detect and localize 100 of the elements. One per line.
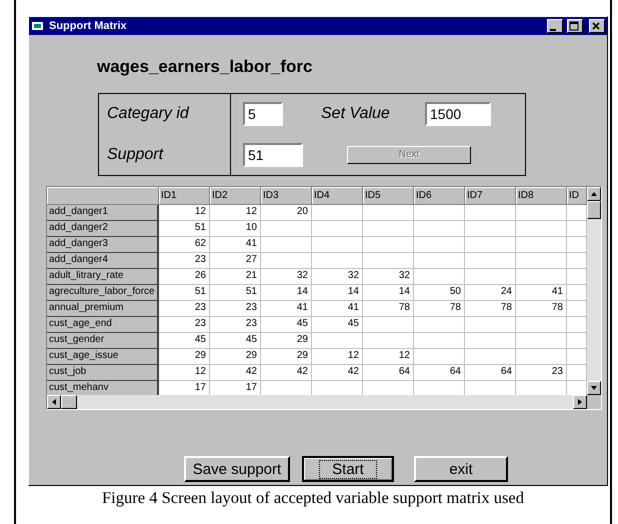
table-cell — [465, 237, 516, 253]
table-cell: 51 — [159, 221, 210, 237]
row-header: adult_litrary_rate — [47, 269, 159, 285]
table-cell — [312, 205, 363, 221]
table-cell — [312, 333, 363, 349]
table-cell: 32 — [261, 269, 312, 285]
table-cell: 50 — [414, 285, 465, 301]
set-value-label: Set Value — [321, 105, 391, 124]
close-icon — [590, 21, 602, 31]
vertical-scrollbar[interactable] — [587, 187, 601, 395]
scroll-up-button[interactable] — [587, 187, 601, 201]
table-cell: 14 — [312, 285, 363, 301]
row-header: cust_job — [47, 365, 159, 381]
table-cell: 45 — [210, 333, 261, 349]
category-input[interactable]: 5 — [243, 102, 283, 126]
table-cell — [516, 237, 567, 253]
scrollbar-corner — [587, 395, 601, 409]
table-cell: 23 — [159, 317, 210, 333]
table-cell: 51 — [210, 285, 261, 301]
table-cell — [363, 317, 414, 333]
column-header: ID1 — [159, 187, 210, 205]
table-cell — [414, 269, 465, 285]
scroll-right-button[interactable] — [573, 395, 587, 409]
support-label: Support — [107, 146, 165, 164]
column-header: ID7 — [465, 187, 516, 205]
table-cell: 29 — [261, 333, 312, 349]
table-cell — [516, 205, 567, 221]
table-cell: 12 — [159, 365, 210, 381]
table-cell — [363, 221, 414, 237]
table-cell — [414, 237, 465, 253]
column-header: ID5 — [363, 187, 414, 205]
row-header: add_danger3 — [47, 237, 159, 253]
table-cell — [414, 317, 465, 333]
row-header: cust_age_issue — [47, 349, 159, 365]
table-cell: 26 — [159, 269, 210, 285]
table-cell: 29 — [210, 349, 261, 365]
support-input[interactable]: 51 — [243, 142, 303, 167]
scroll-thumb[interactable] — [61, 395, 77, 409]
table-cell — [465, 269, 516, 285]
close-button[interactable] — [589, 19, 605, 33]
table-cell: 23 — [159, 253, 210, 269]
row-header: cust_age_end — [47, 317, 159, 333]
table-cell: 45 — [159, 333, 210, 349]
table-cell — [363, 253, 414, 269]
table-cell: 78 — [465, 301, 516, 317]
table-cell: 51 — [159, 285, 210, 301]
row-header: add_danger4 — [47, 253, 159, 269]
table-cell — [465, 205, 516, 221]
minimize-button[interactable] — [547, 19, 563, 33]
table-cell: 41 — [210, 237, 261, 253]
action-button[interactable]: exit — [414, 456, 508, 482]
maximize-icon — [568, 21, 580, 31]
horizontal-scrollbar[interactable] — [47, 395, 587, 409]
table-cell: 23 — [159, 301, 210, 317]
table-cell: 21 — [210, 269, 261, 285]
table-cell — [261, 221, 312, 237]
row-header: cust_gender — [47, 333, 159, 349]
table-cell — [363, 237, 414, 253]
table-cell: 64 — [465, 365, 516, 381]
table-cell: 78 — [414, 301, 465, 317]
minimize-icon — [550, 28, 556, 30]
table-cell — [465, 333, 516, 349]
table-cell — [465, 221, 516, 237]
maximize-button[interactable] — [567, 19, 583, 33]
action-button[interactable]: Save support — [184, 456, 290, 482]
row-header: agreculture_labor_force — [47, 285, 159, 301]
table-cell — [312, 253, 363, 269]
table-cell — [516, 333, 567, 349]
table-cell: 27 — [210, 253, 261, 269]
table-cell: 41 — [516, 285, 567, 301]
scroll-down-button[interactable] — [587, 381, 601, 395]
table-cell: 41 — [261, 301, 312, 317]
table-cell — [516, 269, 567, 285]
row-header: cust_mehanv — [47, 381, 159, 395]
table-cell — [516, 349, 567, 365]
table-cell — [312, 237, 363, 253]
table-cell — [465, 253, 516, 269]
table-cell: 23 — [516, 365, 567, 381]
table-cell: 32 — [312, 269, 363, 285]
table-cell — [261, 237, 312, 253]
scroll-left-button[interactable] — [47, 395, 61, 409]
table-cell: 42 — [261, 365, 312, 381]
table-cell — [516, 221, 567, 237]
column-header: ID — [567, 187, 587, 205]
column-header: ID2 — [210, 187, 261, 205]
table-cell: 45 — [261, 317, 312, 333]
scroll-thumb[interactable] — [587, 201, 601, 219]
window-icon — [31, 20, 45, 32]
table-cell: 14 — [363, 285, 414, 301]
set-value-input[interactable]: 1500 — [425, 102, 491, 126]
column-header: ID8 — [516, 187, 567, 205]
table-cell: 12 — [159, 205, 210, 221]
action-button[interactable]: Start — [302, 456, 394, 482]
table-cell: 42 — [312, 365, 363, 381]
table-cell: 12 — [312, 349, 363, 365]
table-cell — [516, 253, 567, 269]
table-cell — [465, 317, 516, 333]
figure-caption: Figure 4 Screen layout of accepted variable support matrix used — [101, 488, 525, 508]
table-cell — [414, 205, 465, 221]
table-cell: 29 — [261, 349, 312, 365]
